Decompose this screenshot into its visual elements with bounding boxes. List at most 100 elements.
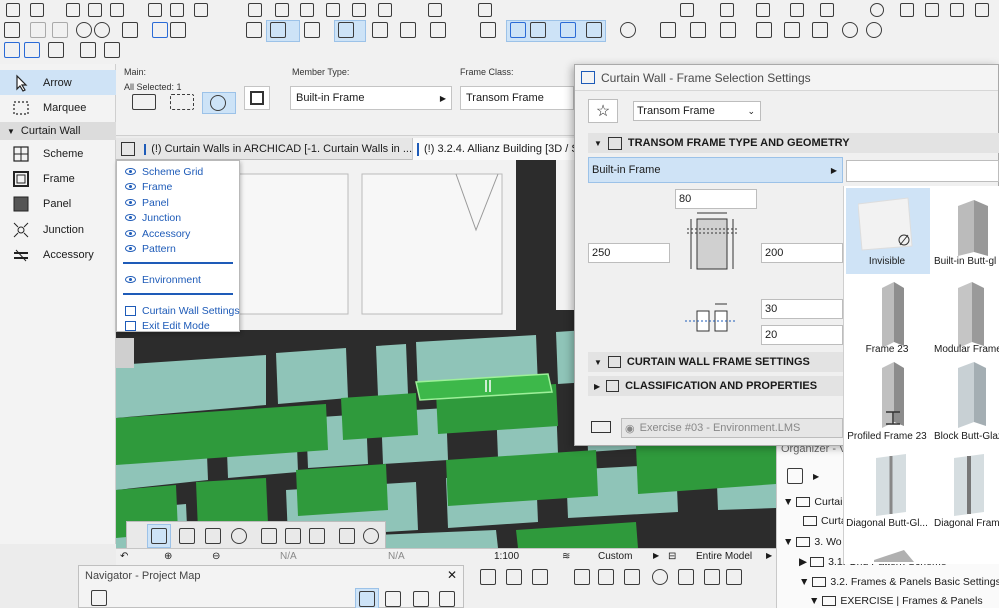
view-icon[interactable]: [756, 22, 772, 38]
redo-icon[interactable]: [52, 22, 68, 38]
copy-icon[interactable]: [80, 42, 96, 58]
tree-item[interactable]: ▼ Curtain: [783, 496, 848, 508]
gear-icon[interactable]: [285, 528, 301, 544]
fit-window-icon[interactable]: [122, 22, 138, 38]
offset-top-input[interactable]: 30: [761, 299, 843, 319]
hatch-icon[interactable]: [246, 22, 262, 38]
triangle-icon[interactable]: [620, 22, 636, 38]
tool-arrow[interactable]: Arrow: [0, 70, 116, 95]
settings-button[interactable]: [244, 86, 270, 110]
dimension-standard-icon[interactable]: [652, 569, 668, 585]
flyout-item-scheme-grid[interactable]: Scheme Grid: [125, 164, 203, 179]
rectangle-icon[interactable]: [6, 3, 20, 17]
publish-icon[interactable]: [812, 22, 828, 38]
sets-icon[interactable]: [439, 591, 455, 607]
undo-view-icon[interactable]: ↶: [120, 551, 128, 562]
detail-icon[interactable]: [820, 3, 834, 17]
member-type-select[interactable]: Built-in Frame ▶: [290, 86, 452, 110]
lamp-icon[interactable]: [975, 3, 989, 17]
tab-3d-view[interactable]: (!) 3.2.4. Allianz Building [3D / Se: [412, 138, 578, 160]
zoom-out-icon[interactable]: ⊖: [212, 551, 220, 562]
favorite-select[interactable]: Transom Frame ⌄: [633, 101, 761, 121]
level-icon[interactable]: [790, 3, 804, 17]
layer-select[interactable]: ◉ Exercise #03 - Environment.LMS: [621, 418, 843, 438]
tool-panel[interactable]: Panel: [0, 191, 116, 216]
frame-type-select[interactable]: Built-in Frame ▶: [588, 157, 843, 183]
gallery-search-input[interactable]: [846, 160, 999, 182]
3d-window-icon[interactable]: [704, 569, 720, 585]
undo-icon[interactable]: [30, 22, 46, 38]
split-icon[interactable]: [510, 22, 526, 38]
select-icon[interactable]: [132, 94, 156, 110]
info-icon[interactable]: [866, 22, 882, 38]
flyout-item-environment[interactable]: Environment: [125, 272, 201, 287]
door-icon[interactable]: [275, 3, 289, 17]
marquee-select-icon[interactable]: [170, 94, 194, 110]
panel-tool-icon[interactable]: [205, 528, 221, 544]
window-icon[interactable]: [110, 3, 124, 17]
copy-link-icon[interactable]: [104, 42, 120, 58]
frame-width-input[interactable]: 80: [675, 189, 757, 209]
project-map-icon[interactable]: [787, 468, 803, 484]
grid-snap-icon[interactable]: [372, 22, 388, 38]
column-icon[interactable]: [352, 3, 366, 17]
morph-icon[interactable]: [925, 3, 939, 17]
flag-icon[interactable]: [66, 3, 80, 17]
tree-item[interactable]: ▼ 3. Wo: [783, 536, 842, 548]
tool-frame[interactable]: Frame: [0, 166, 116, 191]
graphic-override-icon[interactable]: [532, 569, 548, 585]
zoom-out-icon[interactable]: [94, 22, 110, 38]
section-frame-settings[interactable]: ▼ CURTAIN WALL FRAME SETTINGS: [588, 352, 843, 372]
section-classification[interactable]: ▶ CLASSIFICATION AND PROPERTIES: [588, 376, 843, 396]
zoom-in-icon[interactable]: ⊕: [164, 551, 172, 562]
junction-tool-icon[interactable]: [231, 528, 247, 544]
flyout-item-pattern[interactable]: Pattern: [125, 241, 176, 256]
scheme-tool-icon[interactable]: [339, 528, 355, 544]
flyout-item-cw-settings[interactable]: Curtain Wall Settings: [125, 303, 240, 318]
accessory-tool-icon[interactable]: [261, 528, 277, 544]
renovation-icon[interactable]: [574, 569, 590, 585]
home-icon[interactable]: [309, 528, 325, 544]
frame-depth-right-input[interactable]: 200: [761, 243, 843, 263]
roof-icon[interactable]: [378, 3, 392, 17]
ruler-icon[interactable]: [248, 3, 262, 17]
angle-icon[interactable]: [270, 22, 286, 38]
zoom-in-icon[interactable]: [76, 22, 92, 38]
frame-tool-icon[interactable]: [179, 528, 195, 544]
wand-icon[interactable]: [726, 569, 742, 585]
cube-icon[interactable]: [428, 3, 442, 17]
layer-icon[interactable]: [506, 569, 522, 585]
layer-icon[interactable]: [430, 22, 446, 38]
gallery-item-diagonal-butt[interactable]: Diagonal Butt-Gl...: [844, 518, 930, 529]
offset-bottom-input[interactable]: 20: [761, 325, 843, 345]
scale-value[interactable]: 1:100: [494, 551, 519, 562]
section-transom-geometry[interactable]: ▼ TRANSOM FRAME TYPE AND GEOMETRY: [588, 133, 999, 153]
partial-structure-icon[interactable]: [598, 569, 614, 585]
panel-icon[interactable]: [148, 3, 162, 17]
cut-icon[interactable]: [560, 22, 576, 38]
hand-icon[interactable]: [4, 22, 20, 38]
snap-guide-icon[interactable]: [338, 22, 354, 38]
frame-depth-left-input[interactable]: 250: [588, 243, 670, 263]
marquee-icon[interactable]: [784, 22, 800, 38]
view-map-icon[interactable]: [359, 591, 375, 607]
group-icon[interactable]: [24, 42, 40, 58]
layout-icon[interactable]: [194, 3, 208, 17]
model-view-value[interactable]: Entire Model: [696, 551, 752, 562]
object-icon[interactable]: [300, 3, 314, 17]
eyedropper-icon[interactable]: [170, 22, 186, 38]
flyout-item-junction[interactable]: Junction: [125, 210, 181, 225]
flyout-item-frame[interactable]: Frame: [125, 179, 172, 194]
publisher-icon[interactable]: [413, 591, 429, 607]
gallery-item-builtin-butt[interactable]: Built-in Butt-gl: [930, 256, 999, 267]
shape-icon[interactable]: [30, 3, 44, 17]
toolbox-group-curtain-wall[interactable]: ▼ Curtain Wall: [0, 122, 116, 140]
pen-set-value[interactable]: Custom: [598, 551, 632, 562]
diamond-icon[interactable]: [400, 22, 416, 38]
flyout-item-panel[interactable]: Panel: [125, 195, 169, 210]
tree-item[interactable]: ▼ 3.2. Frames & Panels Basic Settings: [799, 576, 999, 588]
gallery-item-block-butt[interactable]: Block Butt-Glaz: [930, 431, 999, 442]
bench-icon[interactable]: [48, 42, 64, 58]
zone-icon[interactable]: [900, 3, 914, 17]
layer-combo-icon[interactable]: ≋: [562, 551, 570, 562]
